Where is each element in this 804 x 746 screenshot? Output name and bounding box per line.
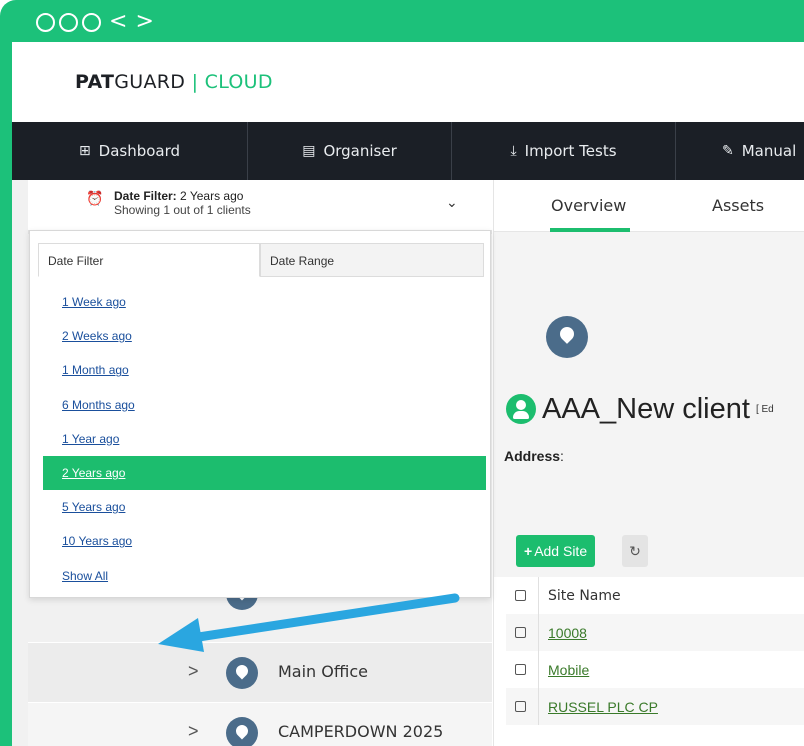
date-filter-subtitle: Showing 1 out of 1 clients (114, 203, 251, 217)
annotation-arrow-icon (158, 593, 460, 652)
nav-label: Dashboard (98, 142, 181, 160)
refresh-button[interactable]: ↻ (622, 535, 648, 567)
row-checkbox[interactable] (515, 701, 526, 712)
site-name: CAMPERDOWN 2025 (278, 722, 444, 741)
back-arrow-icon[interactable]: < (109, 11, 127, 33)
app: PATGUARD | CLOUD ⊞ Dashboard ▤ Organiser… (12, 42, 804, 746)
nav-label: Import Tests (524, 142, 617, 160)
nav-label: Organiser (323, 142, 397, 160)
dashboard-icon: ⊞ (78, 143, 91, 159)
add-site-button[interactable]: + Add Site (516, 535, 596, 567)
date-option-2-years[interactable]: 2 Years ago (43, 455, 486, 491)
window-minimize-button[interactable] (59, 12, 78, 32)
chevron-right-icon[interactable]: > (188, 661, 199, 682)
detail-tabs: Overview Assets (494, 180, 804, 232)
select-all-checkbox[interactable] (515, 590, 526, 601)
date-option-1-week[interactable]: 1 Week ago (43, 285, 486, 319)
chevron-right-icon[interactable]: > (188, 721, 199, 742)
site-link[interactable]: Mobile (548, 662, 589, 678)
site-table: Site Name 10008 Mobile RUSSEL PLC CP (506, 577, 804, 725)
date-option-show-all[interactable]: Show All (43, 559, 486, 593)
brand-logo: PATGUARD | CLOUD (75, 71, 273, 93)
row-checkbox[interactable] (515, 664, 526, 675)
window-close-button[interactable] (36, 12, 55, 32)
date-option-10-years[interactable]: 10 Years ago (43, 524, 486, 558)
date-filter-options: 1 Week ago 2 Weeks ago 1 Month ago 6 Mon… (43, 285, 486, 593)
date-option-6-months[interactable]: 6 Months ago (43, 388, 486, 422)
client-summary: AAA_New client [ Ed Address: (494, 232, 804, 525)
nav-dashboard[interactable]: ⊞ Dashboard (12, 122, 248, 180)
table-row: 10008 (506, 614, 804, 651)
date-option-1-year[interactable]: 1 Year ago (43, 422, 486, 456)
organiser-icon: ▤ (302, 143, 316, 159)
date-filter-toggle[interactable]: ⏰ Date Filter: 2 Years ago Showing 1 out… (28, 180, 492, 234)
date-filter-tabs: Date Filter Date Range (38, 243, 484, 277)
client-detail-panel: Overview Assets AAA_New client [ Ed Addr… (493, 180, 804, 746)
nav-label: Manual (741, 142, 797, 160)
nav-organiser[interactable]: ▤ Organiser (248, 122, 452, 180)
table-row: RUSSEL PLC CP (506, 688, 804, 725)
alarm-clock-icon: ⏰ (86, 190, 104, 206)
site-link[interactable]: RUSSEL PLC CP (548, 699, 658, 715)
date-option-1-month[interactable]: 1 Month ago (43, 353, 486, 387)
address-label: Address: (504, 448, 564, 464)
tab-date-range[interactable]: Date Range (260, 243, 484, 277)
table-row: Mobile (506, 651, 804, 688)
refresh-icon: ↻ (629, 543, 641, 559)
forward-arrow-icon[interactable]: > (135, 11, 153, 33)
window-controls: < > (36, 10, 154, 34)
sidebar-site-row[interactable]: > CAMPERDOWN 2025 (28, 702, 492, 746)
client-heading: AAA_New client [ Ed (506, 392, 774, 426)
location-pin-icon (546, 316, 588, 358)
date-option-2-weeks[interactable]: 2 Weeks ago (43, 319, 486, 353)
date-filter-title: Date Filter: 2 Years ago (114, 189, 244, 203)
nav-manual[interactable]: ✎ Manual (676, 122, 804, 180)
nav-import-tests[interactable]: ⤓ Import Tests (452, 122, 676, 180)
window-frame: < > PATGUARD | CLOUD ⊞ Dashboard ▤ Organ… (0, 0, 804, 746)
date-filter-dropdown: Date Filter Date Range 1 Week ago 2 Week… (29, 230, 491, 598)
tab-assets[interactable]: Assets (712, 196, 764, 215)
user-icon (506, 394, 536, 424)
site-toolbar: + Add Site ↻ (494, 525, 804, 577)
site-name: Main Office (278, 662, 368, 681)
edit-client-link[interactable]: [ Ed (756, 404, 774, 415)
top-navigation: ⊞ Dashboard ▤ Organiser ⤓ Import Tests ✎… (12, 122, 804, 180)
edit-icon: ✎ (722, 143, 734, 159)
window-maximize-button[interactable] (82, 12, 101, 32)
import-icon: ⤓ (510, 143, 517, 159)
tab-date-filter[interactable]: Date Filter (38, 243, 260, 277)
location-pin-icon (226, 657, 258, 689)
table-header: Site Name (506, 577, 804, 614)
column-header-site-name[interactable]: Site Name (548, 588, 621, 604)
chevron-down-icon[interactable]: ⌄ (446, 194, 458, 211)
date-option-5-years[interactable]: 5 Years ago (43, 490, 486, 524)
client-name: AAA_New client (542, 392, 750, 425)
row-checkbox[interactable] (515, 627, 526, 638)
location-pin-icon (226, 717, 258, 746)
site-link[interactable]: 10008 (548, 625, 587, 641)
tab-overview[interactable]: Overview (551, 196, 626, 215)
plus-icon: + (524, 543, 533, 559)
